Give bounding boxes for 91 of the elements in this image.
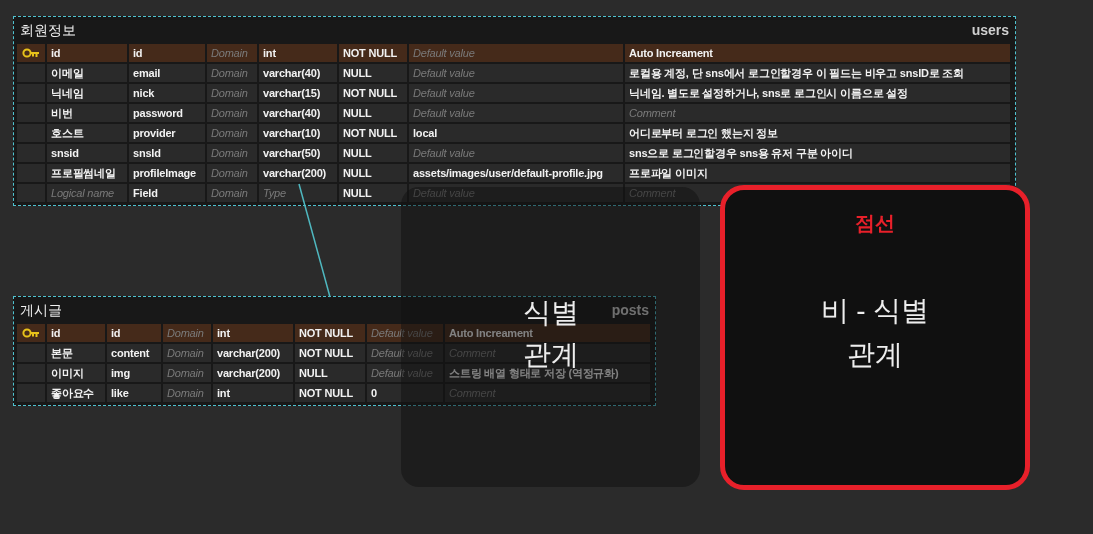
entity-table[interactable] [13, 296, 656, 406]
cell-text: NULL [299, 367, 328, 379]
cell-placeholder: Domain [211, 67, 248, 79]
cell-placeholder: Default value [413, 107, 475, 119]
cell-text: email [133, 67, 161, 79]
cell-text: img [111, 367, 130, 379]
cell-text: 본문 [51, 347, 73, 359]
cell-text: 닉네임. 별도로 설정하거나, sns로 로그인시 이름으로 설정 [629, 87, 908, 99]
table-name: users [971, 21, 1009, 40]
cell-text: varchar(10) [263, 127, 321, 139]
cell-placeholder: Domain [167, 347, 204, 359]
cell-text: provider [133, 127, 176, 139]
cell-text: 프로파일 이미지 [629, 167, 708, 179]
cell-text: varchar(40) [263, 67, 321, 79]
cell-text: Auto Increament [449, 327, 533, 339]
cell-text: 로컬용 계정, 단 sns에서 로그인할경우 이 필드는 비우고 snsID로 조회 [629, 67, 965, 79]
cell-placeholder: Default value [413, 67, 475, 79]
cell-text: NULL [343, 147, 372, 159]
cell-text: NOT NULL [343, 47, 397, 59]
cell-placeholder: Domain [211, 127, 248, 139]
cell-placeholder: Default value [413, 47, 475, 59]
cell-placeholder: Domain [211, 167, 248, 179]
cell-text: NOT NULL [299, 327, 353, 339]
cell-text: varchar(200) [217, 367, 281, 379]
cell-placeholder: Default value [413, 87, 475, 99]
cell-placeholder: Domain [211, 107, 248, 119]
cell-text: like [111, 387, 129, 399]
cell-text: password [133, 107, 183, 119]
table-name: posts [611, 301, 649, 320]
cell-text: varchar(50) [263, 147, 321, 159]
cell-text: id [111, 327, 121, 339]
cell-placeholder: Logical name [51, 187, 115, 199]
cell-text: 프로필썸네일 [51, 167, 116, 179]
cell-placeholder: Domain [211, 147, 248, 159]
cell-text: varchar(40) [263, 107, 321, 119]
cell-placeholder: Comment [629, 107, 676, 119]
cell-text: NOT NULL [343, 87, 397, 99]
cell-text: int [263, 47, 276, 59]
cell-text: 이메일 [51, 67, 84, 79]
cell-text: 호스트 [51, 127, 84, 139]
table-title: 게시글 [20, 301, 62, 320]
cell-placeholder: Default value [413, 147, 475, 159]
overlay-label: 관계 [522, 341, 579, 369]
overlay-label: 비 - 식별 [820, 296, 930, 326]
cell-text: sns으로 로그인할경우 sns용 유저 구분 아이디 [629, 147, 853, 159]
cell-text: id [133, 47, 143, 59]
cell-text: snsId [133, 147, 161, 159]
cell-text: assets/images/user/default-profile.jpg [413, 167, 603, 179]
cell-text: Field [133, 187, 158, 199]
cell-text: varchar(15) [263, 87, 321, 99]
cell-text: 어디로부터 로그인 했는지 정보 [629, 127, 778, 139]
cell-text: id [51, 47, 61, 59]
cell-text: snsid [51, 147, 79, 159]
cell-text: NULL [343, 107, 372, 119]
cell-text: nick [133, 87, 155, 99]
cell-text: NOT NULL [343, 127, 397, 139]
cell-text: profileImage [133, 167, 196, 179]
cell-text: int [217, 327, 230, 339]
cell-text: 좋아요수 [51, 387, 95, 399]
entity-table[interactable] [13, 16, 1016, 206]
cell-text: NULL [343, 167, 372, 179]
cell-text: 스트링 배열 형태로 저장 (역정규화) [449, 367, 619, 379]
cell-placeholder: Domain [211, 187, 248, 199]
cell-text: Auto Increament [629, 47, 713, 59]
overlay-label: 관계 [847, 340, 903, 370]
cell-text: NULL [343, 67, 372, 79]
cell-text: 이미지 [51, 367, 84, 379]
overlay-label: 식별 [522, 299, 579, 327]
cell-text: NOT NULL [299, 387, 353, 399]
overlay-note: 점선 [855, 211, 895, 236]
cell-placeholder: Type [263, 187, 286, 199]
cell-text: 0 [371, 387, 377, 399]
cell-text: 비번 [51, 107, 73, 119]
cell-text: NOT NULL [299, 347, 353, 359]
cell-text: 닉네임 [51, 87, 84, 99]
cell-placeholder: Domain [211, 87, 248, 99]
relationship-line[interactable] [298, 183, 331, 298]
cell-text: local [413, 127, 438, 139]
key-icon [22, 328, 40, 338]
cell-text: varchar(200) [263, 167, 327, 179]
table-title: 회원정보 [20, 21, 76, 40]
cell-text: int [217, 387, 230, 399]
key-icon [22, 48, 40, 58]
cell-text: varchar(200) [217, 347, 281, 359]
cell-text: content [111, 347, 150, 359]
cell-text: NULL [343, 187, 372, 199]
cell-placeholder: Domain [167, 327, 204, 339]
cell-text: id [51, 327, 61, 339]
cell-placeholder: Domain [167, 387, 204, 399]
cell-placeholder: Domain [211, 47, 248, 59]
cell-placeholder: Domain [167, 367, 204, 379]
